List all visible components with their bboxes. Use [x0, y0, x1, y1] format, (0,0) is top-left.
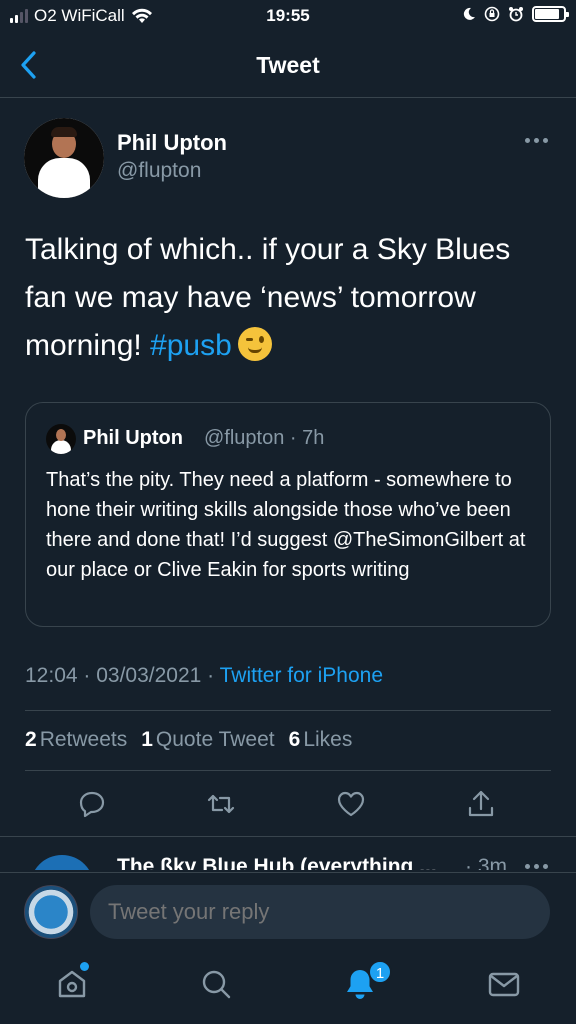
tab-messages[interactable] [486, 966, 522, 1002]
mail-icon [488, 972, 520, 997]
page-title: Tweet [256, 52, 320, 78]
quoted-author-name: Phil Upton [83, 427, 183, 449]
next-tweet-meta: · 3m [465, 855, 507, 870]
home-icon [58, 970, 86, 998]
winking-face-icon [237, 327, 272, 362]
moon-icon [463, 7, 475, 20]
retweets-count: 2 [25, 728, 37, 751]
author-name[interactable]: Phil Upton [117, 130, 227, 156]
like-button[interactable] [335, 788, 367, 820]
retweet-icon [207, 794, 235, 814]
alarm-icon [509, 7, 523, 22]
quoted-avatar [46, 424, 76, 454]
more-options-icon[interactable] [525, 138, 548, 143]
share-button[interactable] [465, 788, 497, 820]
next-tweet-avatar [30, 855, 94, 870]
hashtag-link[interactable]: #pusb [150, 329, 232, 362]
tab-bar: 1 [0, 948, 576, 1024]
tweet-actions [0, 788, 576, 828]
likes-stat[interactable]: 6 Likes [289, 728, 353, 752]
nav-bar: Tweet [0, 32, 576, 98]
heart-icon [337, 791, 365, 817]
reply-input[interactable] [90, 885, 550, 939]
search-icon [202, 970, 231, 999]
divider [25, 770, 551, 771]
reply-icon [79, 791, 105, 818]
likes-count: 6 [288, 728, 301, 751]
more-options-icon[interactable] [525, 864, 548, 869]
retweet-button[interactable] [205, 788, 237, 820]
tweet-timestamp: 12:04 · 03/03/2021 · Twitter for iPhone [25, 664, 383, 688]
share-icon [468, 790, 494, 817]
tab-home[interactable] [54, 966, 90, 1002]
reply-bar [0, 872, 576, 948]
rotation-lock-icon [484, 6, 500, 22]
quoted-text: That’s the pity. They need a platform - … [46, 469, 526, 581]
retweets-stat[interactable]: 2 Retweets [25, 728, 127, 752]
battery-icon [532, 6, 569, 22]
tab-search[interactable] [198, 966, 234, 1002]
timestamp-text: 12:04 · 03/03/2021 · [25, 664, 220, 687]
tweet-text: Talking of which.. if your a Sky Blues f… [25, 226, 555, 370]
next-tweet-preview[interactable]: The ßky Blue Hub (everything ... · 3m [0, 836, 576, 870]
user-avatar [24, 885, 78, 939]
quoted-tweet[interactable]: Phil Upton @flupton · 7h That’s the pity… [25, 402, 551, 627]
divider [25, 710, 551, 711]
reply-button[interactable] [76, 788, 108, 820]
likes-label: Likes [303, 728, 353, 751]
status-bar: O2 WiFiCall 19:55 [0, 0, 576, 32]
tweet-stats: 2 Retweets 1 Quote Tweet 6 Likes [25, 728, 352, 752]
quotes-label: Quote Tweet [155, 728, 275, 751]
quotes-count: 1 [141, 728, 153, 751]
notifications-badge: 1 [368, 960, 392, 984]
author-handle[interactable]: @flupton [117, 159, 201, 183]
source-link[interactable]: Twitter for iPhone [220, 664, 383, 687]
next-tweet-author: The ßky Blue Hub (everything ... [117, 855, 437, 870]
status-right [462, 6, 569, 22]
home-notification-dot [80, 962, 89, 971]
avatar[interactable] [24, 118, 104, 198]
quotes-stat[interactable]: 1 Quote Tweet [141, 728, 274, 752]
quoted-meta: @flupton · 7h [204, 427, 325, 449]
retweets-label: Retweets [39, 728, 128, 751]
